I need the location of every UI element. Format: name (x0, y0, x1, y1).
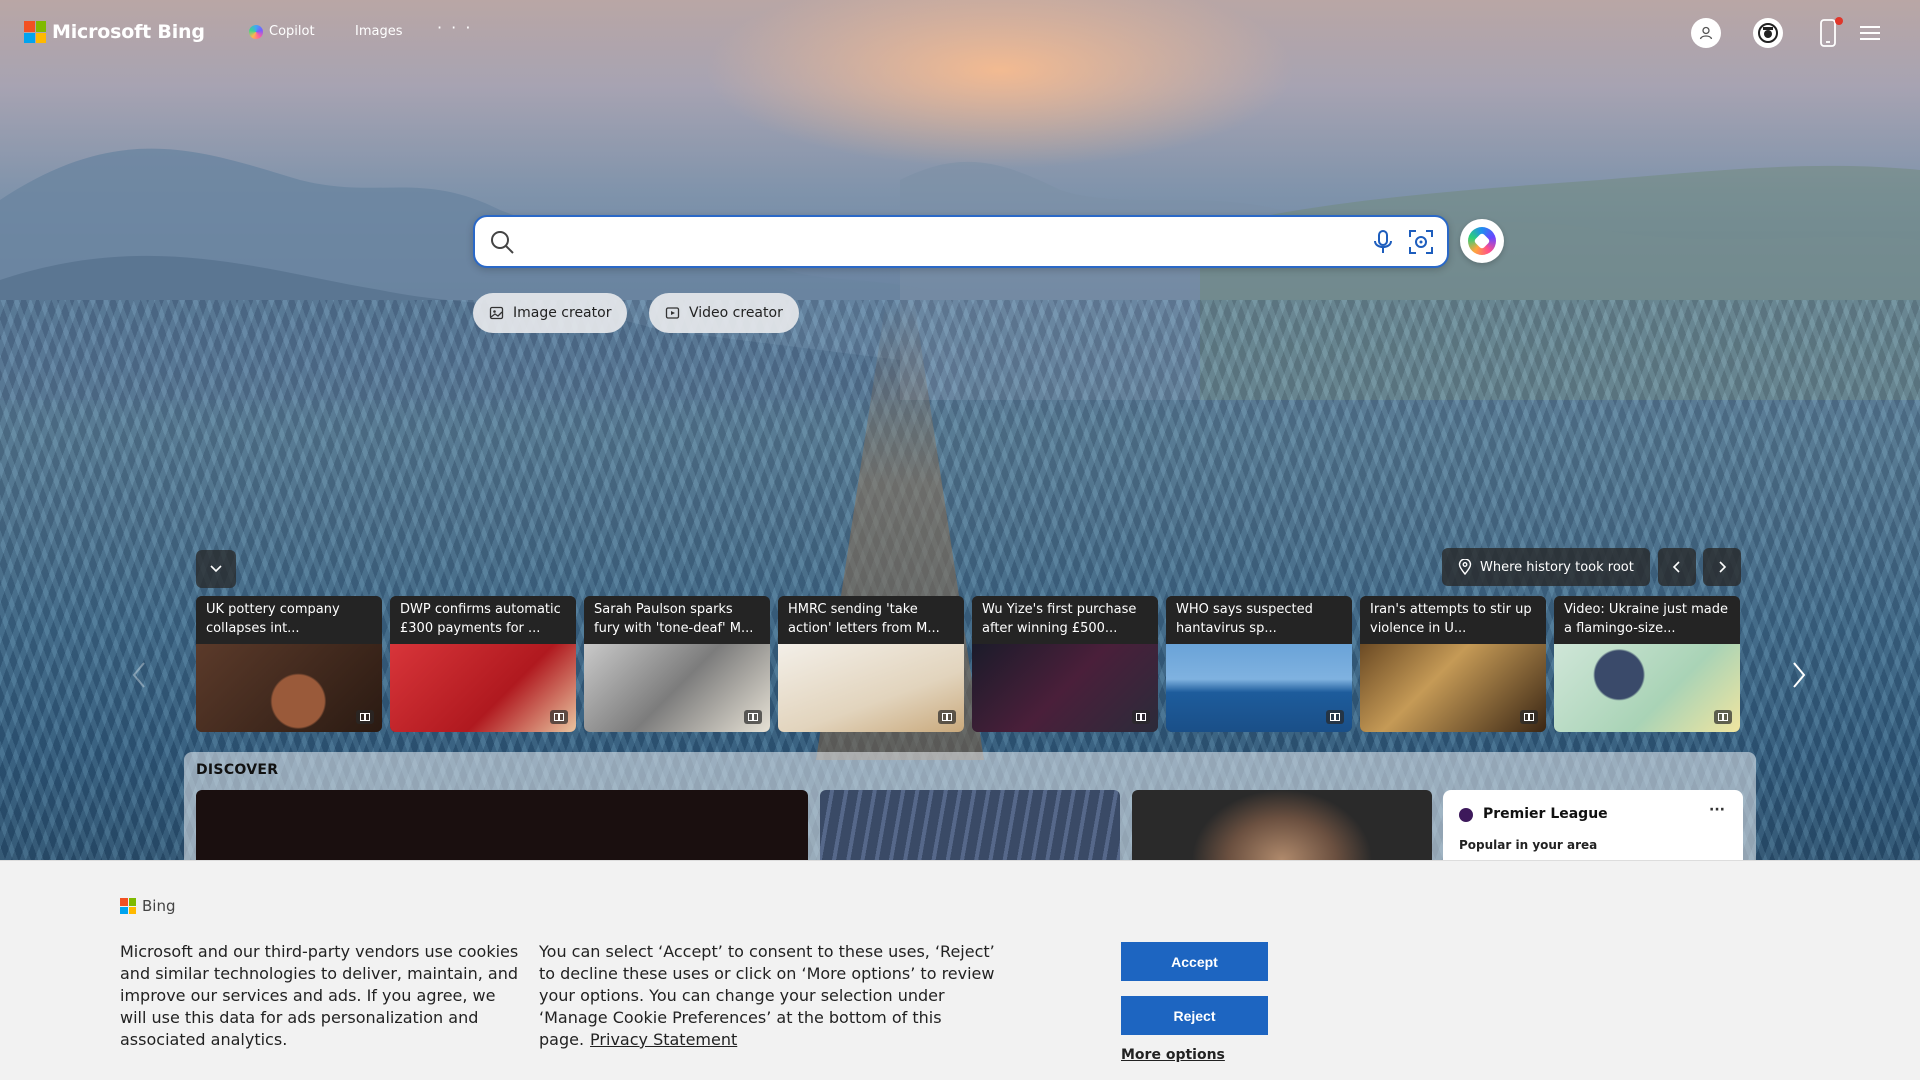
previous-image-button[interactable] (1658, 548, 1696, 586)
chevron-left-icon (132, 662, 145, 688)
news-card[interactable]: WHO says suspected hantavirus sp... (1166, 596, 1352, 732)
copilot-icon (249, 24, 263, 39)
notification-dot (1835, 17, 1843, 25)
nav-copilot-label: Copilot (269, 24, 315, 39)
search-input[interactable] (521, 229, 1321, 255)
hamburger-menu-icon (1860, 26, 1880, 40)
search-box[interactable] (473, 215, 1449, 268)
nav-images[interactable]: Images (355, 24, 403, 39)
search-icon (489, 229, 515, 259)
news-card-image (196, 644, 382, 732)
news-next-arrow[interactable] (1790, 660, 1808, 694)
news-card-image (1166, 644, 1352, 732)
news-card-image (1360, 644, 1546, 732)
copilot-icon (1468, 227, 1496, 255)
widget-title: Premier League (1483, 806, 1608, 822)
news-card-title: Wu Yize's first purchase after winning £… (972, 596, 1158, 644)
location-pin-icon (1458, 559, 1472, 575)
image-creator-icon (489, 306, 504, 320)
video-creator-label: Video creator (689, 305, 783, 321)
cookie-banner: Bing Microsoft and our third-party vendo… (0, 860, 1920, 1080)
logo-text: Microsoft Bing (52, 21, 205, 43)
microsoft-logo-icon (24, 21, 46, 43)
read-icon (1326, 710, 1344, 724)
collapse-news-button[interactable] (196, 550, 236, 588)
accept-button[interactable]: Accept (1121, 942, 1268, 981)
news-card-image (584, 644, 770, 732)
news-card-title: Video: Ukraine just made a flamingo-size… (1554, 596, 1740, 644)
user-icon (1691, 18, 1721, 48)
read-icon (744, 710, 762, 724)
chevron-right-icon (1719, 561, 1727, 573)
news-card[interactable]: Wu Yize's first purchase after winning £… (972, 596, 1158, 732)
image-creator-button[interactable]: Image creator (473, 293, 628, 333)
header: Microsoft Bing Copilot Images · · · (0, 0, 1920, 66)
premier-league-icon (1459, 808, 1473, 822)
read-icon (1520, 710, 1538, 724)
news-card-image (778, 644, 964, 732)
news-prev-arrow[interactable] (130, 660, 148, 694)
image-info-label: Where history took root (1480, 559, 1634, 575)
mobile-button[interactable] (1812, 17, 1844, 49)
visual-search-icon[interactable] (1407, 228, 1435, 260)
discover-label: DISCOVER (196, 762, 279, 778)
cookie-brand: Bing (142, 897, 176, 915)
reject-button[interactable]: Reject (1121, 996, 1268, 1035)
next-image-button[interactable] (1703, 548, 1741, 586)
news-carousel: UK pottery company collapses int... DWP … (196, 596, 1740, 732)
image-info-button[interactable]: Where history took root (1442, 548, 1650, 586)
news-card[interactable]: Iran's attempts to stir up violence in U… (1360, 596, 1546, 732)
news-card-title: HMRC sending 'take action' letters from … (778, 596, 964, 644)
news-card[interactable]: Sarah Paulson sparks fury with 'tone-dea… (584, 596, 770, 732)
read-icon (1132, 710, 1150, 724)
widget-subtitle: Popular in your area (1459, 838, 1598, 852)
menu-button[interactable] (1854, 17, 1886, 49)
rewards-button[interactable] (1752, 17, 1784, 49)
news-card-title: Iran's attempts to stir up violence in U… (1360, 596, 1546, 644)
image-creator-label: Image creator (513, 305, 612, 321)
news-card-title: DWP confirms automatic £300 payments for… (390, 596, 576, 644)
video-creator-button[interactable]: Video creator (649, 293, 799, 333)
news-card-title: WHO says suspected hantavirus sp... (1166, 596, 1352, 644)
nav-copilot[interactable]: Copilot (249, 24, 315, 39)
rewards-icon (1753, 18, 1783, 48)
news-card-image (390, 644, 576, 732)
copilot-button[interactable] (1460, 219, 1504, 263)
microsoft-logo-icon (120, 898, 136, 914)
privacy-statement-link[interactable]: Privacy Statement (590, 1030, 737, 1049)
chevron-down-icon (210, 565, 222, 573)
widget-more-button[interactable]: ··· (1709, 802, 1725, 818)
read-icon (1714, 710, 1732, 724)
chevron-left-icon (1672, 561, 1680, 573)
news-card[interactable]: UK pottery company collapses int... (196, 596, 382, 732)
bing-logo[interactable]: Microsoft Bing (24, 21, 205, 43)
cookie-text-primary: Microsoft and our third-party vendors us… (120, 942, 519, 1049)
user-button[interactable] (1690, 17, 1722, 49)
more-options-link[interactable]: More options (1121, 1047, 1225, 1063)
read-icon (938, 710, 956, 724)
mobile-icon (1820, 19, 1836, 47)
news-card[interactable]: Video: Ukraine just made a flamingo-size… (1554, 596, 1740, 732)
chevron-right-icon (1793, 662, 1806, 688)
news-card-image (972, 644, 1158, 732)
read-icon (356, 710, 374, 724)
read-icon (550, 710, 568, 724)
more-nav-button[interactable]: · · · (437, 18, 472, 37)
news-card[interactable]: HMRC sending 'take action' letters from … (778, 596, 964, 732)
cookie-text-secondary: You can select ‘Accept’ to consent to th… (539, 941, 999, 1051)
news-card-title: UK pottery company collapses int... (196, 596, 382, 644)
video-creator-icon (665, 307, 680, 319)
nav-images-label: Images (355, 24, 403, 39)
news-card-title: Sarah Paulson sparks fury with 'tone-dea… (584, 596, 770, 644)
news-card[interactable]: DWP confirms automatic £300 payments for… (390, 596, 576, 732)
mic-icon[interactable] (1371, 229, 1395, 259)
news-card-image (1554, 644, 1740, 732)
cookie-bing-logo: Bing (120, 897, 176, 915)
